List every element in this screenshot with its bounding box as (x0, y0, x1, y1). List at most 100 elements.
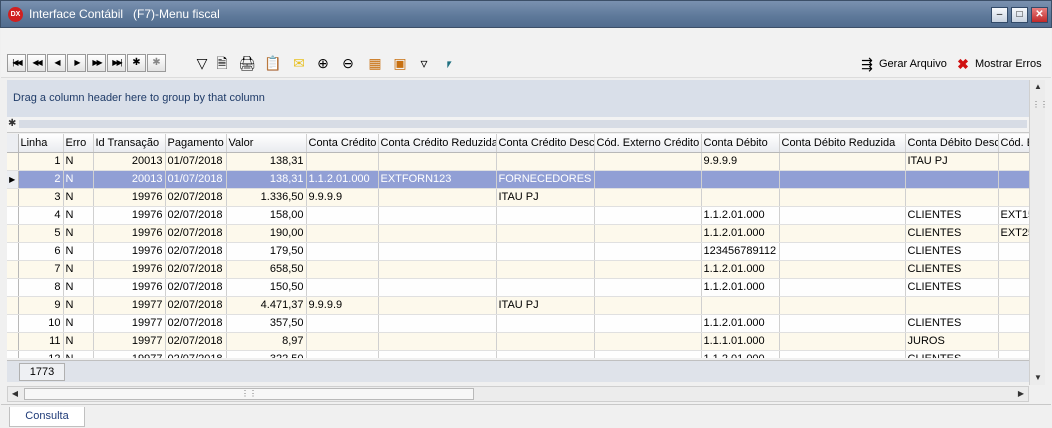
table-cell[interactable] (779, 314, 906, 333)
table-cell[interactable]: N (63, 242, 94, 261)
column-header[interactable]: Id Transação (93, 134, 166, 153)
table-cell[interactable] (496, 278, 595, 297)
table-cell[interactable]: JUROS (905, 332, 999, 351)
table-cell[interactable]: N (63, 260, 94, 279)
next-page-icon[interactable]: ▶▶ (87, 54, 106, 72)
table-cell[interactable]: 02/07/2018 (165, 350, 227, 358)
table-cell[interactable]: CLIENTES (905, 242, 999, 261)
table-row[interactable]: 1 N 20013 01/07/2018 138,31 9.9.9.9 ITAU PJ (7, 152, 1029, 171)
table-cell[interactable] (378, 332, 497, 351)
close-icon[interactable]: ✕ (1031, 7, 1048, 23)
table-cell[interactable]: 9 (18, 296, 64, 315)
prev-record-icon[interactable]: ◀ (47, 54, 66, 72)
table-cell[interactable] (998, 296, 1029, 315)
column-header[interactable]: Conta Crédito Reduzida (378, 134, 497, 153)
table-cell[interactable] (998, 314, 1029, 333)
column-header[interactable]: Conta Débito (701, 134, 780, 153)
table-cell[interactable]: ITAU PJ (496, 188, 595, 207)
table-cell[interactable]: 5 (18, 224, 64, 243)
table-cell[interactable]: 20013 (93, 170, 166, 189)
table-cell[interactable]: N (63, 350, 94, 358)
table-cell[interactable] (701, 188, 780, 207)
table-cell[interactable] (594, 314, 702, 333)
table-cell[interactable] (998, 170, 1029, 189)
table-cell[interactable] (306, 242, 379, 261)
table-cell[interactable]: CLIENTES (905, 314, 999, 333)
row-indicator[interactable] (7, 314, 19, 333)
table-cell[interactable]: 4.471,37 (226, 296, 307, 315)
table-cell[interactable]: 1.336,50 (226, 188, 307, 207)
table-row[interactable]: 7 N 19976 02/07/2018 658,50 1.1.2.01.000 CLIEN… (7, 260, 1029, 279)
table-row[interactable]: 6 N 19976 02/07/2018 179,50 123456789112 CLIEN… (7, 242, 1029, 261)
row-indicator[interactable] (7, 278, 19, 297)
table-cell[interactable]: 19976 (93, 242, 166, 261)
export-icon[interactable]: 📋 (263, 53, 283, 73)
table-cell[interactable] (306, 152, 379, 171)
table-cell[interactable] (496, 152, 595, 171)
table-cell[interactable] (594, 278, 702, 297)
table-cell[interactable] (998, 260, 1029, 279)
scroll-left-icon[interactable]: ◀ (8, 387, 22, 401)
table-cell[interactable]: 322,50 (226, 350, 307, 358)
table-cell[interactable] (594, 224, 702, 243)
table-cell[interactable]: 357,50 (226, 314, 307, 333)
row-indicator[interactable] (7, 242, 19, 261)
table-cell[interactable]: EXT15 (998, 206, 1029, 225)
table-cell[interactable] (496, 206, 595, 225)
table-cell[interactable]: 3 (18, 188, 64, 207)
table-cell[interactable] (378, 350, 497, 358)
table-cell[interactable]: 02/07/2018 (165, 260, 227, 279)
column-header[interactable]: Pagamento (165, 134, 227, 153)
gerar-arquivo-button[interactable]: ⇶ Gerar Arquivo (858, 55, 947, 73)
column-header[interactable]: Cód. E (998, 134, 1029, 153)
table-row[interactable]: 10 N 19977 02/07/2018 357,50 1.1.2.01.000 CLIE… (7, 314, 1029, 333)
table-cell[interactable] (594, 332, 702, 351)
table-cell[interactable]: 19976 (93, 224, 166, 243)
table-cell[interactable]: 658,50 (226, 260, 307, 279)
email-icon[interactable]: ✉ (289, 53, 309, 73)
table-cell[interactable]: ITAU PJ (905, 152, 999, 171)
prev-page-icon[interactable]: ◀◀ (27, 54, 46, 72)
table-cell[interactable]: EXTFORN123 (378, 170, 497, 189)
table-cell[interactable] (378, 152, 497, 171)
table-cell[interactable]: 02/07/2018 (165, 206, 227, 225)
table-cell[interactable] (779, 260, 906, 279)
table-cell[interactable]: 19977 (93, 314, 166, 333)
table-cell[interactable] (779, 170, 906, 189)
table-cell[interactable]: 1.1.1.01.000 (701, 332, 780, 351)
table-cell[interactable]: CLIENTES (905, 206, 999, 225)
table-cell[interactable] (378, 206, 497, 225)
table-cell[interactable] (594, 188, 702, 207)
table-cell[interactable]: 12 (18, 350, 64, 358)
exit-icon[interactable]: ⎖ (439, 53, 459, 73)
scroll-right-icon[interactable]: ▶ (1014, 387, 1028, 401)
table-cell[interactable] (594, 350, 702, 358)
table-cell[interactable] (594, 242, 702, 261)
table-cell[interactable] (306, 332, 379, 351)
filter-row-bar[interactable] (19, 120, 1027, 128)
print-icon[interactable]: 🖨 (237, 53, 257, 73)
scroll-thumb[interactable]: ⋮⋮ (24, 388, 474, 400)
table-cell[interactable]: N (63, 170, 94, 189)
zoom-out-icon[interactable]: ⊖ (338, 53, 358, 73)
column-header[interactable]: Conta Débito Desc (905, 134, 999, 153)
row-indicator[interactable] (7, 206, 19, 225)
next-record-icon[interactable]: ▶ (67, 54, 86, 72)
table-cell[interactable]: 1.1.2.01.000 (701, 278, 780, 297)
table-cell[interactable]: 11 (18, 332, 64, 351)
row-indicator[interactable] (7, 296, 19, 315)
append-record-icon[interactable]: ✱ (147, 54, 166, 72)
table-cell[interactable]: N (63, 278, 94, 297)
table-cell[interactable] (779, 296, 906, 315)
table-cell[interactable] (496, 332, 595, 351)
column-header[interactable]: Linha (18, 134, 64, 153)
table-cell[interactable]: 19977 (93, 296, 166, 315)
table-cell[interactable] (594, 296, 702, 315)
table-cell[interactable]: 8 (18, 278, 64, 297)
column-header[interactable]: Valor (226, 134, 307, 153)
table-cell[interactable]: 02/07/2018 (165, 278, 227, 297)
table-cell[interactable]: 9.9.9.9 (701, 152, 780, 171)
column-header[interactable]: Conta Crédito Desc (496, 134, 595, 153)
layout-icon[interactable]: ▣ (390, 53, 410, 73)
table-cell[interactable] (998, 152, 1029, 171)
